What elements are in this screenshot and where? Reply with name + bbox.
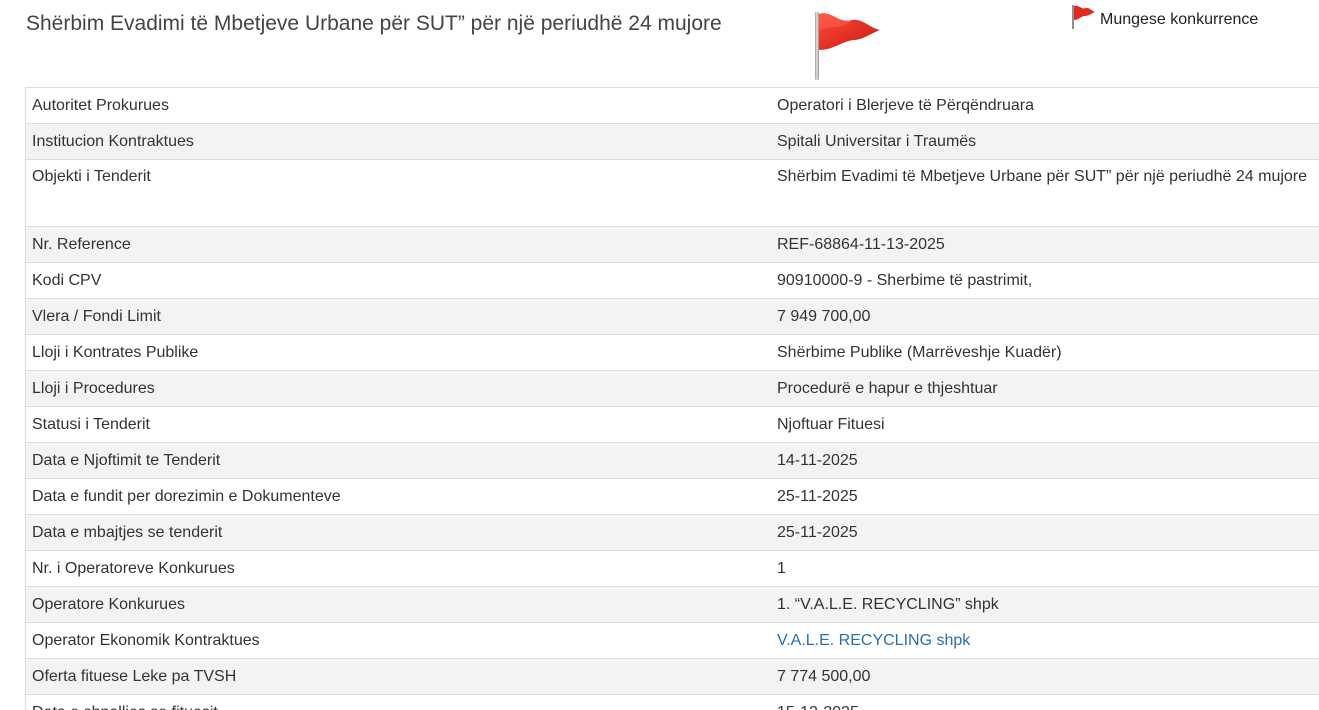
row-label: Data e mbajtjes se tenderit: [25, 514, 770, 551]
row-value: Njoftuar Fituesi: [770, 406, 1319, 443]
contractor-link[interactable]: V.A.L.E. RECYCLING shpk: [777, 632, 970, 649]
row-value: 1: [770, 550, 1319, 587]
row-label: Data e Njoftimit te Tenderit: [25, 442, 770, 479]
tender-detail-page: Shërbim Evadimi të Mbetjeve Urbane për S…: [0, 0, 1319, 710]
table-row: Statusi i Tenderit Njoftuar Fituesi: [25, 406, 1319, 443]
table-row: Nr. Reference REF-68864-11-13-2025: [25, 226, 1319, 263]
table-row: Nr. i Operatoreve Konkurues 1: [25, 550, 1319, 587]
legend: Mungese konkurrence: [1070, 4, 1258, 34]
row-value: Spitali Universitar i Traumës: [770, 123, 1319, 160]
row-label: Lloji i Procedures: [25, 370, 770, 407]
row-value: REF-68864-11-13-2025: [770, 226, 1319, 263]
red-flag-icon: [1072, 5, 1095, 29]
row-label: Objekti i Tenderit: [25, 159, 770, 227]
row-value: Operatori i Blerjeve të Përqëndruara: [770, 87, 1319, 124]
row-value-cell: V.A.L.E. RECYCLING shpk: [770, 622, 1319, 659]
table-row: Operatore Konkurues 1. “V.A.L.E. RECYCLI…: [25, 586, 1319, 623]
table-row: Lloji i Kontrates Publike Shërbime Publi…: [25, 334, 1319, 371]
row-label: Statusi i Tenderit: [25, 406, 770, 443]
row-label: Institucion Kontraktues: [25, 123, 770, 160]
table-row: Data e shpallies se fituesit 15-12-2025: [25, 694, 1319, 710]
table-row: Data e Njoftimit te Tenderit 14-11-2025: [25, 442, 1319, 479]
table-row: Data e fundit per dorezimin e Dokumentev…: [25, 478, 1319, 515]
row-value: 90910000-9 - Sherbime të pastrimit,: [770, 262, 1319, 299]
row-label: Nr. Reference: [25, 226, 770, 263]
table-row: Data e mbajtjes se tenderit 25-11-2025: [25, 514, 1319, 551]
table-row: Autoritet Prokurues Operatori i Blerjeve…: [25, 87, 1319, 124]
row-value: 15-12-2025: [770, 694, 1319, 710]
table-row: Institucion Kontraktues Spitali Universi…: [25, 123, 1319, 160]
tender-details-table: Autoritet Prokurues Operatori i Blerjeve…: [25, 87, 1319, 710]
row-label: Nr. i Operatoreve Konkurues: [25, 550, 770, 587]
row-label: Vlera / Fondi Limit: [25, 298, 770, 335]
legend-label: Mungese konkurrence: [1100, 11, 1259, 28]
table-row: Kodi CPV 90910000-9 - Sherbime të pastri…: [25, 262, 1319, 299]
row-label: Kodi CPV: [25, 262, 770, 299]
row-label: Operator Ekonomik Kontraktues: [25, 622, 770, 659]
table-row: Oferta fituese Leke pa TVSH 7 774 500,00: [25, 658, 1319, 695]
row-label: Autoritet Prokurues: [25, 87, 770, 124]
row-value: 14-11-2025: [770, 442, 1319, 479]
row-label: Lloji i Kontrates Publike: [25, 334, 770, 371]
row-label: Oferta fituese Leke pa TVSH: [25, 658, 770, 695]
table-row: Vlera / Fondi Limit 7 949 700,00: [25, 298, 1319, 335]
row-value: Procedurë e hapur e thjeshtuar: [770, 370, 1319, 407]
row-label: Operatore Konkurues: [25, 586, 770, 623]
red-flag-icon: [815, 12, 880, 80]
page-title: Shërbim Evadimi të Mbetjeve Urbane për S…: [26, 12, 722, 35]
table-row: Lloji i Procedures Procedurë e hapur e t…: [25, 370, 1319, 407]
table-row: Operator Ekonomik Kontraktues V.A.L.E. R…: [25, 622, 1319, 659]
table-row: Objekti i Tenderit Shërbim Evadimi të Mb…: [25, 159, 1319, 227]
row-label: Data e fundit per dorezimin e Dokumentev…: [25, 478, 770, 515]
row-value: 25-11-2025: [770, 478, 1319, 515]
row-label: Data e shpallies se fituesit: [25, 694, 770, 710]
row-value: 7 949 700,00: [770, 298, 1319, 335]
row-value: 25-11-2025: [770, 514, 1319, 551]
row-value: 7 774 500,00: [770, 658, 1319, 695]
row-value: 1. “V.A.L.E. RECYCLING” shpk: [770, 586, 1319, 623]
row-value: Shërbim Evadimi të Mbetjeve Urbane për S…: [770, 159, 1319, 227]
row-value: Shërbime Publike (Marrëveshje Kuadër): [770, 334, 1319, 371]
